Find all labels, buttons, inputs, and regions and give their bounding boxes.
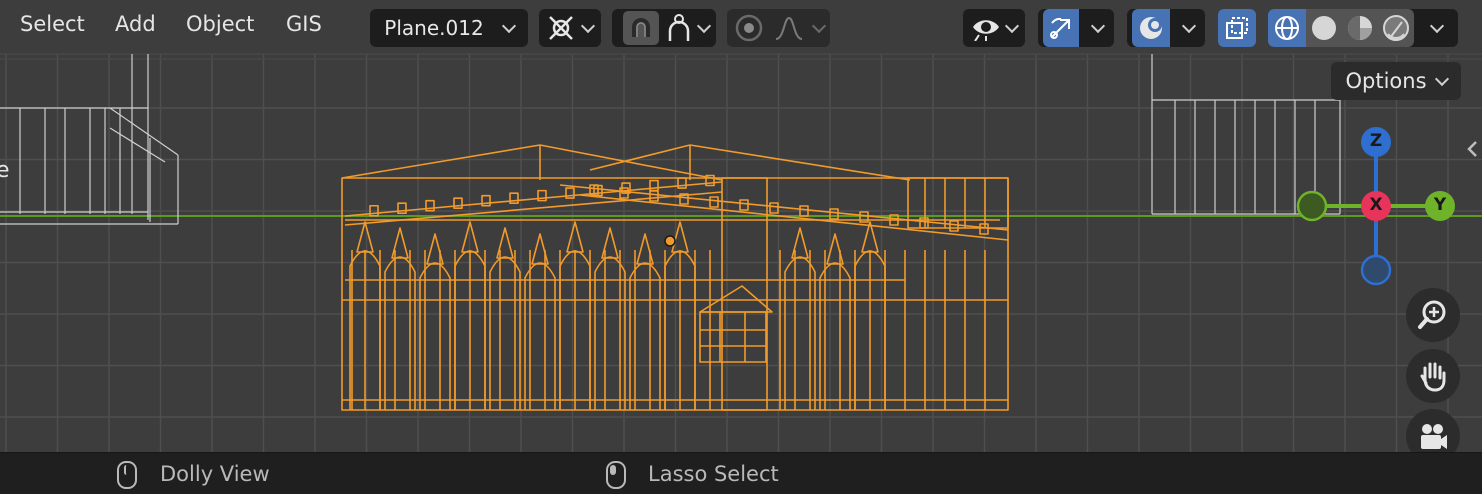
snap-toggle[interactable]	[623, 11, 659, 45]
gizmo-y-label: Y	[1433, 195, 1447, 215]
options-dropdown[interactable]: Options	[1331, 62, 1461, 100]
falloff-curve-icon[interactable]	[774, 15, 804, 41]
viewport-header: Select Add Object GIS Plane.012	[0, 0, 1482, 54]
menu-gis[interactable]: GIS	[286, 12, 322, 36]
partial-object-label: e	[0, 158, 10, 183]
left-mouse-icon	[606, 461, 626, 489]
chevron-down-icon	[501, 18, 516, 33]
floor-grid	[0, 53, 1482, 452]
rendered-shading-button[interactable]	[1378, 9, 1414, 47]
active-object-name: Plane.012	[384, 16, 484, 40]
gizmo-icon	[1050, 17, 1070, 39]
visibility-dropdown[interactable]	[963, 9, 1025, 47]
background-object-left	[0, 54, 179, 225]
chevron-down-icon	[1090, 18, 1106, 33]
overlays-group	[1127, 9, 1205, 47]
rendered-shading-icon	[1383, 15, 1409, 41]
material-shading-icon	[1348, 16, 1372, 40]
middle-mouse-action-label: Dolly View	[160, 462, 270, 486]
menu-add[interactable]: Add	[115, 12, 156, 36]
pan-button[interactable]	[1406, 349, 1460, 403]
zoom-icon	[1418, 300, 1446, 329]
camera-icon	[1421, 424, 1447, 449]
chevron-down-icon	[811, 18, 826, 33]
wireframe-shading-button[interactable]	[1268, 9, 1306, 47]
gizmo-z-label: Z	[1369, 131, 1383, 151]
solid-shading-icon	[1312, 16, 1336, 40]
proportional-edit-icon[interactable]	[734, 13, 764, 43]
snap-magnet-icon	[632, 18, 650, 37]
chevron-down-icon	[696, 18, 712, 33]
object-origin	[664, 235, 676, 247]
proportional-edit-group	[727, 9, 830, 47]
gizmo-group	[1038, 9, 1114, 47]
chevron-down-icon	[1004, 18, 1020, 33]
gizmo-y-negative	[1296, 190, 1328, 222]
gizmo-toggle[interactable]	[1043, 9, 1079, 47]
pivot-icon	[549, 16, 573, 40]
gizmo-z-negative	[1360, 254, 1392, 286]
3d-viewport[interactable]: e Z X Y Options	[0, 0, 1482, 452]
chevron-down-icon	[1434, 71, 1449, 86]
gizmo-x-label: X	[1369, 195, 1383, 215]
zoom-button[interactable]	[1406, 288, 1460, 342]
wireframe-shading-icon	[1275, 16, 1299, 40]
blender-3d-viewport-app: e Z X Y Options Select Add Object GIS Pl…	[0, 0, 1482, 494]
snap-group	[612, 9, 716, 47]
middle-mouse-icon	[117, 461, 137, 489]
chevron-down-icon[interactable]	[1429, 18, 1445, 33]
menu-select[interactable]: Select	[20, 12, 85, 36]
viewport-scene[interactable]	[0, 0, 1482, 452]
solid-shading-button[interactable]	[1306, 9, 1342, 47]
chevron-down-icon	[580, 18, 596, 33]
eye-icon	[973, 20, 999, 41]
material-shading-button[interactable]	[1342, 9, 1378, 47]
pan-hand-icon	[1420, 362, 1446, 392]
chevron-down-icon	[1181, 18, 1197, 33]
options-label: Options	[1345, 69, 1427, 93]
overlay-icon	[1140, 17, 1162, 39]
menu-object[interactable]: Object	[186, 12, 254, 36]
overlays-toggle[interactable]	[1132, 9, 1170, 47]
xray-icon	[1226, 17, 1248, 39]
xray-toggle[interactable]	[1218, 9, 1256, 47]
snap-target-icon[interactable]	[665, 13, 693, 43]
active-object-selector[interactable]: Plane.012	[370, 9, 528, 47]
shading-group	[1268, 9, 1458, 47]
left-mouse-action-label: Lasso Select	[648, 462, 779, 486]
status-bar: Dolly View Lasso Select	[0, 452, 1482, 494]
transform-pivot-dropdown[interactable]	[539, 9, 601, 47]
